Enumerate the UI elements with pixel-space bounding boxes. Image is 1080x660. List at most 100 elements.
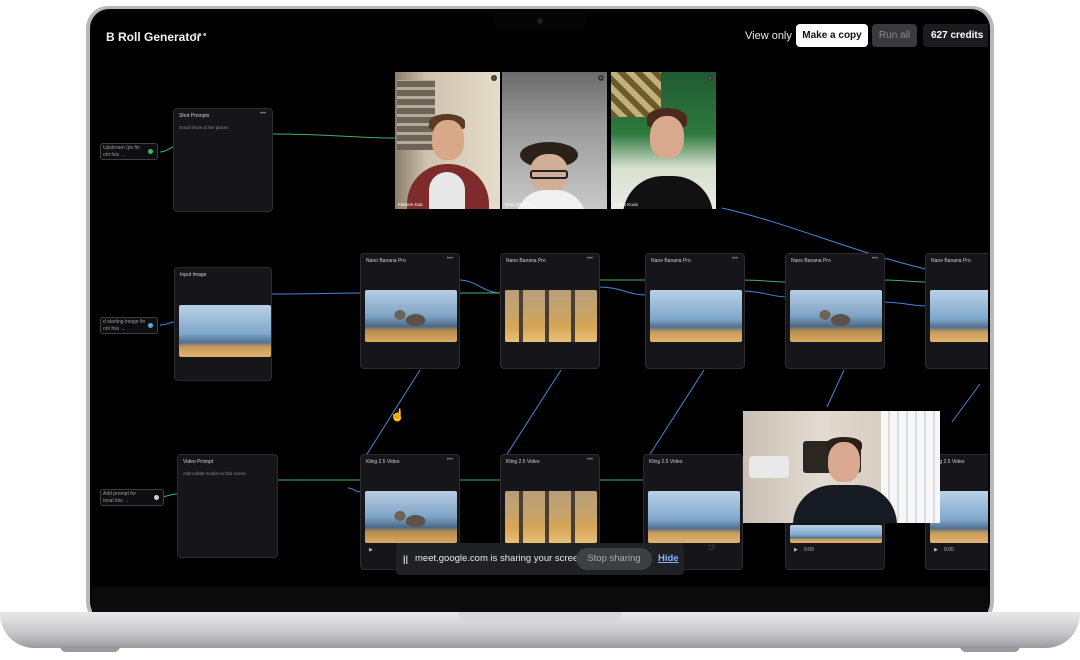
participant-tile-1[interactable]: • Klemen Kaic: [395, 72, 500, 209]
pause-icon[interactable]: ||: [403, 554, 408, 564]
node-menu-icon[interactable]: •••: [260, 111, 266, 117]
participant-face: [828, 442, 860, 482]
edge: [881, 279, 928, 283]
wolf-legs-video[interactable]: [505, 491, 597, 543]
laptop-foot-right: [960, 646, 1020, 652]
node-title: Nano Banana Pro: [931, 258, 971, 264]
edge: [501, 369, 562, 463]
mic-off-icon: •: [491, 75, 497, 81]
node-title: Kling 2.5 Video: [649, 459, 683, 465]
node-title: Nano Banana Pro: [651, 258, 691, 264]
participant-face: [432, 120, 464, 160]
node-prompt-text: Add subtle motion to this scene: [183, 471, 246, 476]
wolves-image: [790, 290, 882, 342]
mountain-video[interactable]: [648, 491, 740, 543]
node-menu-icon[interactable]: •••: [587, 457, 593, 463]
image-model-node-3[interactable]: Nano Banana Pro •••: [645, 253, 745, 369]
edge: [826, 369, 845, 408]
mountain-video[interactable]: [790, 525, 882, 543]
node-menu-icon[interactable]: •••: [872, 256, 878, 262]
wolf-legs-image: [505, 290, 597, 342]
status-dot-icon: [148, 149, 153, 154]
image-model-node-5[interactable]: Nano Banana Pro: [925, 253, 988, 369]
participant-face: [650, 116, 684, 158]
edge: [271, 292, 363, 295]
edge: [159, 146, 175, 153]
laptop-foot-left: [60, 646, 120, 652]
side-input-prompt[interactable]: Upstream (ps fin ont fois →: [100, 143, 158, 160]
hand-cursor-icon: ☝: [390, 408, 405, 422]
screen-share-bar: || meet.google.com is sharing your scree…: [396, 543, 684, 575]
make-a-copy-button[interactable]: Make a copy: [796, 24, 868, 47]
edge: [598, 286, 648, 296]
node-menu-icon[interactable]: •••: [447, 256, 453, 262]
play-icon[interactable]: ▶: [934, 547, 938, 555]
status-dot-icon: [154, 495, 159, 500]
participant-tile-3[interactable]: • Jakob Kocic: [611, 72, 716, 209]
edge: [644, 369, 705, 463]
fullscreen-icon[interactable]: ⛶ ⋮: [709, 545, 715, 553]
laptop-opening-notch: [458, 612, 622, 622]
node-title: Nano Banana Pro: [366, 258, 406, 264]
node-prompt-text: Good shots at the places: [179, 125, 229, 130]
edge: [159, 321, 175, 326]
video-time: 0:00: [804, 547, 814, 553]
camera-notch: [493, 12, 587, 30]
participant-name: Jakob Kocic: [614, 202, 639, 207]
node-title: Input Image: [180, 272, 207, 278]
node-title: Kling 2.5 Video: [366, 459, 400, 465]
wolf-video[interactable]: [365, 491, 457, 543]
mic-off-icon: •: [707, 75, 713, 81]
credits-badge[interactable]: 627 credits: [923, 24, 988, 47]
edge: [741, 290, 788, 298]
shelf-object: [749, 456, 789, 478]
video-prompt-node[interactable]: Video Prompt Add subtle motion to this s…: [177, 454, 278, 558]
input-image-node[interactable]: Input Image: [174, 267, 272, 381]
participant-shirt: [429, 172, 465, 209]
mountain-image: [179, 305, 271, 357]
participant-name: Nejc Angelkov: [505, 202, 534, 207]
screen-bottom-bar: [92, 587, 988, 612]
image-model-node-4[interactable]: Nano Banana Pro •••: [785, 253, 885, 369]
wolf-image: [365, 290, 457, 342]
stop-sharing-button[interactable]: Stop sharing: [576, 548, 652, 570]
participant-name: Klemen Kaic: [398, 202, 424, 207]
edge: [881, 301, 928, 307]
mountain-image: [930, 290, 988, 342]
bookshelf: [397, 80, 435, 150]
play-icon[interactable]: ▶: [794, 547, 798, 555]
node-title: Kling 2.5 Video: [506, 459, 540, 465]
hide-link[interactable]: Hide: [658, 553, 679, 564]
laptop-screen: B Roll Generator ••• View only Make a co…: [92, 12, 988, 612]
node-title: Shot Prompts: [179, 113, 210, 119]
node-title: Nano Banana Pro: [791, 258, 831, 264]
glasses: [530, 170, 568, 179]
mic-off-icon: •: [598, 75, 604, 81]
app-title: B Roll Generator: [106, 30, 202, 44]
play-icon[interactable]: ▶: [369, 547, 373, 555]
node-title: Video Prompt: [183, 459, 214, 465]
edge: [271, 133, 396, 139]
status-dot-icon: [148, 323, 153, 328]
side-input-video-prompt[interactable]: Add prompt for ional fois →: [100, 489, 164, 506]
mountain-image: [650, 290, 742, 342]
view-only-label: View only: [745, 30, 792, 42]
participant-tile-2[interactable]: • Nejc Angelkov: [502, 72, 607, 209]
edge: [951, 383, 981, 423]
edge: [741, 279, 788, 283]
webcam-icon: [537, 18, 543, 24]
video-time: 0:00: [944, 547, 954, 553]
node-menu-icon[interactable]: •••: [732, 256, 738, 262]
run-all-button[interactable]: Run all: [872, 24, 917, 47]
share-status-text: meet.google.com is sharing your screen.: [415, 553, 587, 564]
node-menu-icon[interactable]: •••: [447, 457, 453, 463]
image-model-node-1[interactable]: Nano Banana Pro •••: [360, 253, 460, 369]
self-view-video[interactable]: [743, 411, 940, 523]
side-input-starting-image[interactable]: d starting image fin ont fois →: [100, 317, 158, 334]
prompt-node[interactable]: Shot Prompts ••• Good shots at the place…: [173, 108, 273, 212]
edge: [458, 279, 503, 294]
node-title: Nano Banana Pro: [506, 258, 546, 264]
image-model-node-2[interactable]: Nano Banana Pro •••: [500, 253, 600, 369]
node-menu-icon[interactable]: •••: [587, 256, 593, 262]
app-more-menu-icon[interactable]: •••: [193, 29, 208, 41]
